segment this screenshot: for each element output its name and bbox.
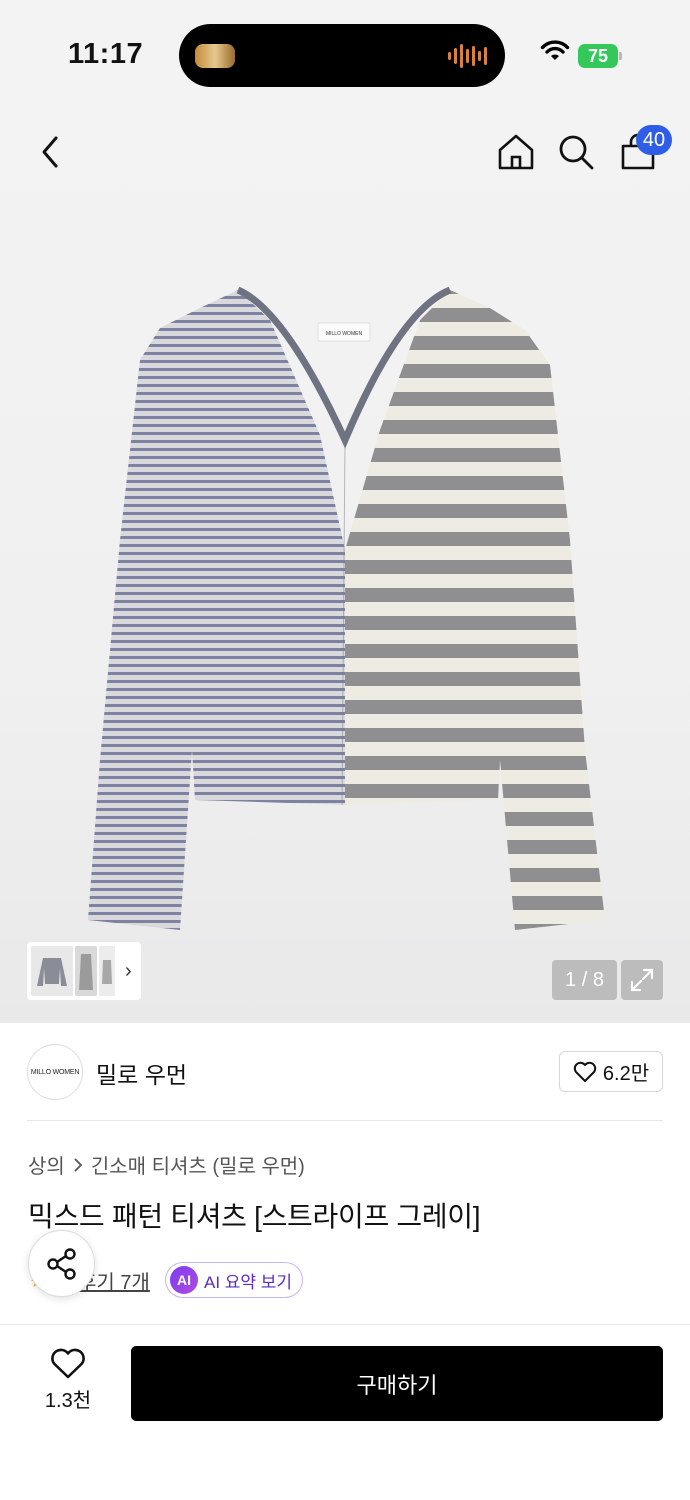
share-icon — [46, 1247, 76, 1280]
brand-name[interactable]: 밀로 우먼 — [96, 1056, 187, 1090]
brand-like-count: 6.2만 — [602, 1063, 650, 1085]
cart-count-badge: 40 — [636, 125, 672, 155]
search-icon — [559, 135, 594, 170]
ai-summary-button[interactable]: AI AI 요약 보기 — [165, 1262, 304, 1298]
dynamic-island[interactable] — [179, 24, 505, 87]
thumbnail-3[interactable] — [99, 946, 115, 996]
thumbnail-2[interactable] — [75, 946, 97, 996]
brand-logo[interactable]: MILLO WOMEN — [27, 1044, 83, 1100]
breadcrumb-subcategory[interactable]: 긴소매 티셔츠 (밀로 우먼) — [91, 1150, 305, 1179]
wishlist-count: 1.3천 — [44, 1390, 92, 1412]
chevron-right-icon[interactable]: › — [125, 960, 132, 983]
heart-icon — [51, 1348, 85, 1379]
search-button[interactable] — [554, 130, 598, 174]
thumbnail-image — [99, 946, 115, 996]
wishlist-button[interactable]: 1.3천 — [28, 1348, 108, 1418]
thumbnail-strip[interactable]: › — [27, 942, 141, 1000]
brand-like-button[interactable]: 6.2만 — [559, 1051, 663, 1092]
divider — [27, 1120, 663, 1121]
wifi-icon — [540, 40, 570, 60]
thumbnail-1[interactable] — [31, 946, 73, 996]
back-button[interactable] — [28, 130, 72, 174]
thumbnail-image — [31, 946, 73, 996]
image-page-counter: 1 / 8 — [552, 960, 617, 1000]
battery-level: 75 — [578, 44, 618, 68]
back-icon — [42, 136, 58, 168]
status-bar: 11:17 75 — [0, 0, 690, 110]
garment-label: MILLO WOMEN — [326, 331, 363, 337]
battery-icon: 75 — [578, 44, 622, 68]
home-button[interactable] — [494, 130, 538, 174]
ai-badge: AI — [170, 1266, 198, 1294]
expand-icon — [630, 968, 654, 992]
home-icon — [498, 134, 534, 170]
product-gallery[interactable]: 40 MILLO WOMEN › 1 / 8 — [0, 110, 690, 1023]
thumbnail-image — [75, 946, 97, 996]
share-button[interactable] — [28, 1230, 95, 1297]
breadcrumb: 상의 긴소매 티셔츠 (밀로 우먼) — [28, 1150, 305, 1179]
status-time: 11:17 — [68, 38, 144, 70]
breadcrumb-category[interactable]: 상의 — [28, 1150, 65, 1179]
heart-icon — [573, 1061, 597, 1082]
ai-summary-label: AI 요약 보기 — [204, 1272, 293, 1292]
expand-button[interactable] — [621, 960, 663, 1000]
product-image[interactable]: MILLO WOMEN — [80, 280, 610, 940]
buy-button[interactable]: 구매하기 — [131, 1346, 663, 1421]
now-playing-artwork — [195, 44, 235, 68]
chevron-right-icon — [74, 1157, 83, 1172]
product-title: 믹스드 패턴 티셔츠 [스트라이프 그레이] — [28, 1201, 481, 1232]
audio-wave-icon — [448, 42, 487, 70]
